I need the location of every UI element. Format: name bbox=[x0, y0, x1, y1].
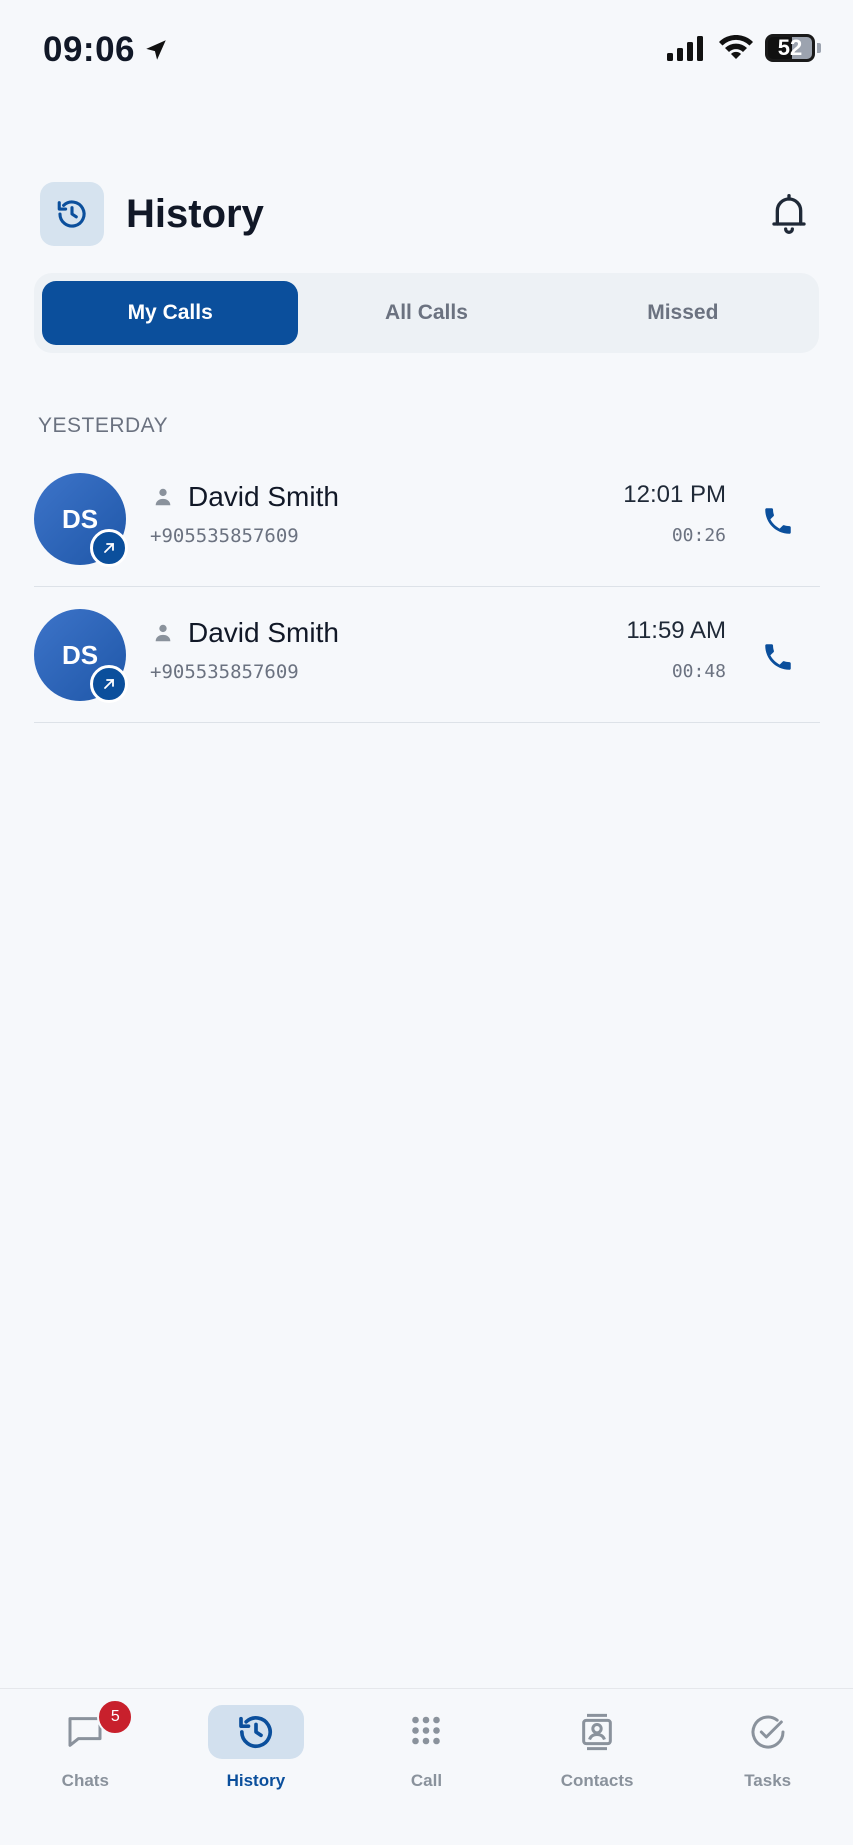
phone-icon bbox=[765, 508, 791, 534]
contact-line: David Smith bbox=[152, 617, 339, 649]
avatar-initials: DS bbox=[61, 639, 99, 670]
section-label-date: YESTERDAY bbox=[38, 414, 169, 437]
nav-icon-wrap bbox=[378, 1705, 474, 1759]
person-icon bbox=[155, 624, 171, 642]
call-time: 12:01 PM bbox=[623, 481, 726, 508]
nav-label: Tasks bbox=[744, 1771, 792, 1790]
contact-name: David Smith bbox=[188, 481, 339, 512]
notifications-button[interactable] bbox=[765, 190, 813, 238]
battery-icon: 52 bbox=[765, 34, 815, 62]
contact-name: David Smith bbox=[188, 617, 339, 648]
nav-icon-wrap bbox=[549, 1705, 645, 1759]
call-duration: 00:26 bbox=[671, 525, 726, 546]
call-filter-tabs: My Calls All Calls Missed bbox=[34, 273, 819, 353]
avatar-initials: DS bbox=[61, 503, 99, 534]
tab-all-calls[interactable]: All Calls bbox=[298, 281, 554, 345]
page-header: History bbox=[40, 182, 813, 246]
status-indicators: 52 bbox=[667, 34, 821, 62]
call-back-button[interactable] bbox=[756, 635, 800, 679]
outgoing-call-icon bbox=[90, 529, 128, 567]
nav-icon-wrap: 5 bbox=[37, 1699, 134, 1759]
person-icon bbox=[155, 488, 171, 506]
nav-icon-wrap bbox=[207, 1705, 304, 1759]
nav-label: Contacts bbox=[560, 1771, 634, 1790]
contact-line: David Smith bbox=[152, 481, 339, 513]
nav-item-chats[interactable]: 5 Chats bbox=[0, 1689, 171, 1845]
phone-number: +905535857609 bbox=[150, 661, 299, 683]
outgoing-call-icon bbox=[90, 665, 128, 703]
nav-item-contacts[interactable]: Contacts bbox=[512, 1689, 683, 1845]
tasks-icon bbox=[751, 1715, 785, 1749]
tab-missed[interactable]: Missed bbox=[555, 281, 811, 345]
unread-count-badge: 5 bbox=[97, 1699, 134, 1735]
nav-item-history[interactable]: History bbox=[171, 1689, 342, 1845]
bottom-navigation: 5 Chats History Call Contacts Tasks bbox=[0, 1688, 853, 1845]
contacts-icon bbox=[582, 1713, 612, 1751]
phone-icon bbox=[765, 644, 791, 670]
tab-my-calls[interactable]: My Calls bbox=[42, 281, 299, 345]
dialpad-icon bbox=[412, 1716, 441, 1745]
call-time: 11:59 AM bbox=[626, 617, 726, 644]
status-time-group: 09:06 bbox=[43, 30, 169, 70]
bell-icon bbox=[772, 194, 806, 234]
history-icon bbox=[40, 182, 104, 246]
battery-tip bbox=[817, 43, 821, 53]
nav-item-tasks[interactable]: Tasks bbox=[682, 1689, 853, 1845]
status-bar: 09:06 52 bbox=[0, 0, 853, 100]
battery-level: 52 bbox=[777, 35, 803, 60]
call-duration: 00:48 bbox=[671, 661, 726, 682]
location-arrow-icon bbox=[146, 40, 166, 60]
status-time: 09:06 bbox=[43, 30, 136, 69]
nav-label: History bbox=[226, 1771, 286, 1790]
call-row[interactable]: DS David Smith +905535857609 11:59 AM 00… bbox=[34, 587, 820, 723]
nav-item-call[interactable]: Call bbox=[341, 1689, 512, 1845]
wifi-icon bbox=[719, 35, 753, 59]
nav-icon-wrap bbox=[720, 1705, 816, 1759]
nav-label: Call bbox=[410, 1771, 443, 1790]
call-row[interactable]: DS David Smith +905535857609 12:01 PM 00… bbox=[34, 451, 820, 587]
signal-icon bbox=[667, 36, 703, 61]
page-title: History bbox=[126, 191, 264, 236]
history-icon bbox=[239, 1716, 272, 1749]
nav-label: Chats bbox=[61, 1771, 109, 1790]
phone-number: +905535857609 bbox=[150, 525, 299, 547]
call-back-button[interactable] bbox=[756, 499, 800, 543]
